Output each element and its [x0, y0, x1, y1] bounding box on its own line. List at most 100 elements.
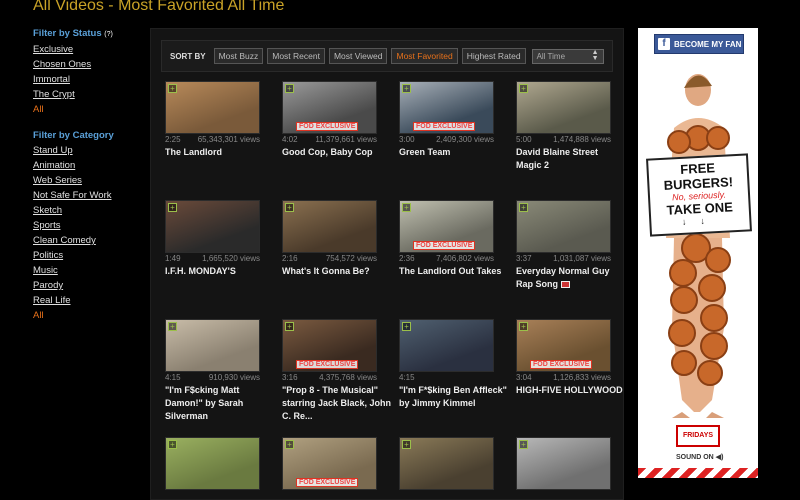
add-to-favorites-icon[interactable]: +	[168, 440, 177, 449]
video-meta: 3:00 2,409,300 views	[399, 135, 494, 144]
video-thumbnail[interactable]: + FOD EXCLUSIVE	[282, 437, 377, 490]
video-card[interactable]: +1:49 1,665,520 views I.F.H. MONDAY'S	[165, 200, 265, 278]
category-item-sketch[interactable]: Sketch	[33, 203, 143, 218]
video-thumbnail[interactable]: + FOD EXCLUSIVE	[399, 81, 494, 134]
category-item-stand-up[interactable]: Stand Up	[33, 143, 143, 158]
add-to-favorites-icon[interactable]: +	[285, 84, 294, 93]
status-item-immortal[interactable]: Immortal	[33, 72, 143, 87]
video-thumbnail[interactable]: +	[399, 437, 494, 490]
status-item-exclusive[interactable]: Exclusive	[33, 42, 143, 57]
video-title[interactable]: Good Cop, Baby Cop	[282, 146, 392, 159]
video-card[interactable]: +2:16 754,572 views What's It Gonna Be?	[282, 200, 382, 278]
video-views: 2,409,300 views	[436, 135, 494, 144]
video-views: 1,474,888 views	[553, 135, 611, 144]
add-to-favorites-icon[interactable]: +	[519, 440, 528, 449]
video-views: 1,031,087 views	[553, 254, 611, 263]
filter-status-heading: Filter by Status (?)	[33, 28, 113, 39]
video-card[interactable]: +5:00 1,474,888 views David Blaine Street …	[516, 81, 616, 172]
video-thumbnail[interactable]: +	[516, 200, 611, 253]
filter-category-heading: Filter by Category	[33, 130, 114, 141]
video-thumbnail[interactable]: +	[165, 200, 260, 253]
video-title[interactable]: "I'm F$cking Matt Damon!" by Sarah Silve…	[165, 384, 275, 423]
video-thumbnail[interactable]: +	[165, 81, 260, 134]
video-title[interactable]: Green Team	[399, 146, 509, 159]
status-item-the-crypt[interactable]: The Crypt	[33, 87, 143, 102]
video-title[interactable]: "I'm F*$king Ben Affleck" by Jimmy Kimme…	[399, 384, 509, 410]
status-item-chosen-ones[interactable]: Chosen Ones	[33, 57, 143, 72]
add-to-favorites-icon[interactable]: +	[285, 440, 294, 449]
video-title[interactable]: HIGH-FIVE HOLLYWOOD!	[516, 384, 623, 397]
add-to-favorites-icon[interactable]: +	[519, 322, 528, 331]
video-title[interactable]: I.F.H. MONDAY'S	[165, 265, 275, 278]
add-to-favorites-icon[interactable]: +	[285, 203, 294, 212]
video-thumbnail[interactable]: +	[516, 81, 611, 134]
video-title[interactable]: The Landlord Out Takes	[399, 265, 509, 278]
video-card[interactable]: + FOD EXCLUSIVE 3:16 4,375,768 views "Prop 8…	[282, 319, 391, 423]
sort-highest-rated-button[interactable]: Highest Rated	[461, 48, 526, 64]
category-item-animation[interactable]: Animation	[33, 158, 143, 173]
add-to-favorites-icon[interactable]: +	[519, 84, 528, 93]
add-to-favorites-icon[interactable]: +	[402, 440, 411, 449]
video-thumbnail[interactable]: + FOD EXCLUSIVE	[399, 200, 494, 253]
add-to-favorites-icon[interactable]: +	[402, 84, 411, 93]
burger-icon	[697, 360, 723, 386]
video-views: 7,406,802 views	[436, 254, 494, 263]
sort-most-buzz-button[interactable]: Most Buzz	[213, 48, 264, 64]
video-thumbnail[interactable]: +	[165, 437, 260, 490]
video-duration: 2:25	[165, 135, 181, 144]
video-views: 1,126,833 views	[553, 373, 611, 382]
video-title[interactable]: "Prop 8 - The Musical" starring Jack Bla…	[282, 384, 392, 423]
status-item-all[interactable]: All	[33, 102, 143, 117]
sort-most-viewed-button[interactable]: Most Viewed	[328, 48, 388, 64]
sort-most-recent-button[interactable]: Most Recent	[267, 48, 325, 64]
video-thumbnail[interactable]: +	[399, 319, 494, 372]
category-item-clean-comedy[interactable]: Clean Comedy	[33, 233, 143, 248]
add-to-favorites-icon[interactable]: +	[168, 203, 177, 212]
add-to-favorites-icon[interactable]: +	[402, 322, 411, 331]
video-title[interactable]: David Blaine Street Magic 2	[516, 146, 623, 172]
category-item-nsfw[interactable]: Not Safe For Work	[33, 188, 143, 203]
help-icon[interactable]: (?)	[104, 31, 113, 38]
category-item-all[interactable]: All	[33, 308, 143, 323]
video-card[interactable]: +2:25 65,343,301 views The Landlord	[165, 81, 265, 159]
video-card[interactable]: + FOD EXCLUSIVE 4:02 11,379,661 views Good C…	[282, 81, 382, 159]
category-item-music[interactable]: Music	[33, 263, 143, 278]
video-card[interactable]: + FOD EXCLUSIVE	[282, 437, 382, 490]
add-to-favorites-icon[interactable]: +	[402, 203, 411, 212]
video-title[interactable]: Everyday Normal Guy Rap Song	[516, 265, 623, 291]
video-title[interactable]: The Landlord	[165, 146, 275, 159]
video-thumbnail[interactable]: + FOD EXCLUSIVE	[516, 319, 611, 372]
category-item-parody[interactable]: Parody	[33, 278, 143, 293]
video-thumbnail[interactable]: +	[165, 319, 260, 372]
video-card[interactable]: +	[165, 437, 265, 490]
category-item-sports[interactable]: Sports	[33, 218, 143, 233]
video-card[interactable]: + FOD EXCLUSIVE 2:36 7,406,802 views The Lan…	[399, 200, 501, 278]
video-thumbnail[interactable]: + FOD EXCLUSIVE	[282, 319, 377, 372]
time-period-select[interactable]: All Time ▲ ▼	[531, 48, 604, 64]
video-card[interactable]: +4:15 "I'm F*$king Ben Affleck" by Jimmy …	[399, 319, 507, 410]
video-thumbnail[interactable]: +	[282, 200, 377, 253]
video-card[interactable]: + FOD EXCLUSIVE 3:04 1,126,833 views HIGH-FI…	[516, 319, 623, 397]
video-title[interactable]: What's It Gonna Be?	[282, 265, 392, 278]
video-views: 11,379,661 views	[315, 135, 377, 144]
video-card[interactable]: +3:37 1,031,087 views Everyday Normal Guy …	[516, 200, 616, 291]
add-to-favorites-icon[interactable]: +	[168, 84, 177, 93]
video-card[interactable]: +	[399, 437, 499, 490]
category-item-web-series[interactable]: Web Series	[33, 173, 143, 188]
category-item-politics[interactable]: Politics	[33, 248, 143, 263]
video-card[interactable]: + FOD EXCLUSIVE 3:00 2,409,300 views Green T…	[399, 81, 499, 159]
burger-icon	[668, 319, 696, 347]
video-card[interactable]: +4:15 910,930 views "I'm F$cking Matt Damo…	[165, 319, 265, 423]
video-thumbnail[interactable]: + FOD EXCLUSIVE	[282, 81, 377, 134]
video-card[interactable]: +	[516, 437, 616, 490]
advertisement[interactable]: f BECOME MY FAN FREE BURGERS! No, seriou…	[638, 28, 758, 478]
add-to-favorites-icon[interactable]: +	[168, 322, 177, 331]
video-duration: 4:15	[165, 373, 181, 382]
category-item-real-life[interactable]: Real Life	[33, 293, 143, 308]
video-thumbnail[interactable]: +	[516, 437, 611, 490]
burger-icon	[700, 332, 728, 360]
video-meta: 5:00 1,474,888 views	[516, 135, 611, 144]
sort-most-favorited-button[interactable]: Most Favorited	[391, 48, 458, 64]
add-to-favorites-icon[interactable]: +	[519, 203, 528, 212]
add-to-favorites-icon[interactable]: +	[285, 322, 294, 331]
